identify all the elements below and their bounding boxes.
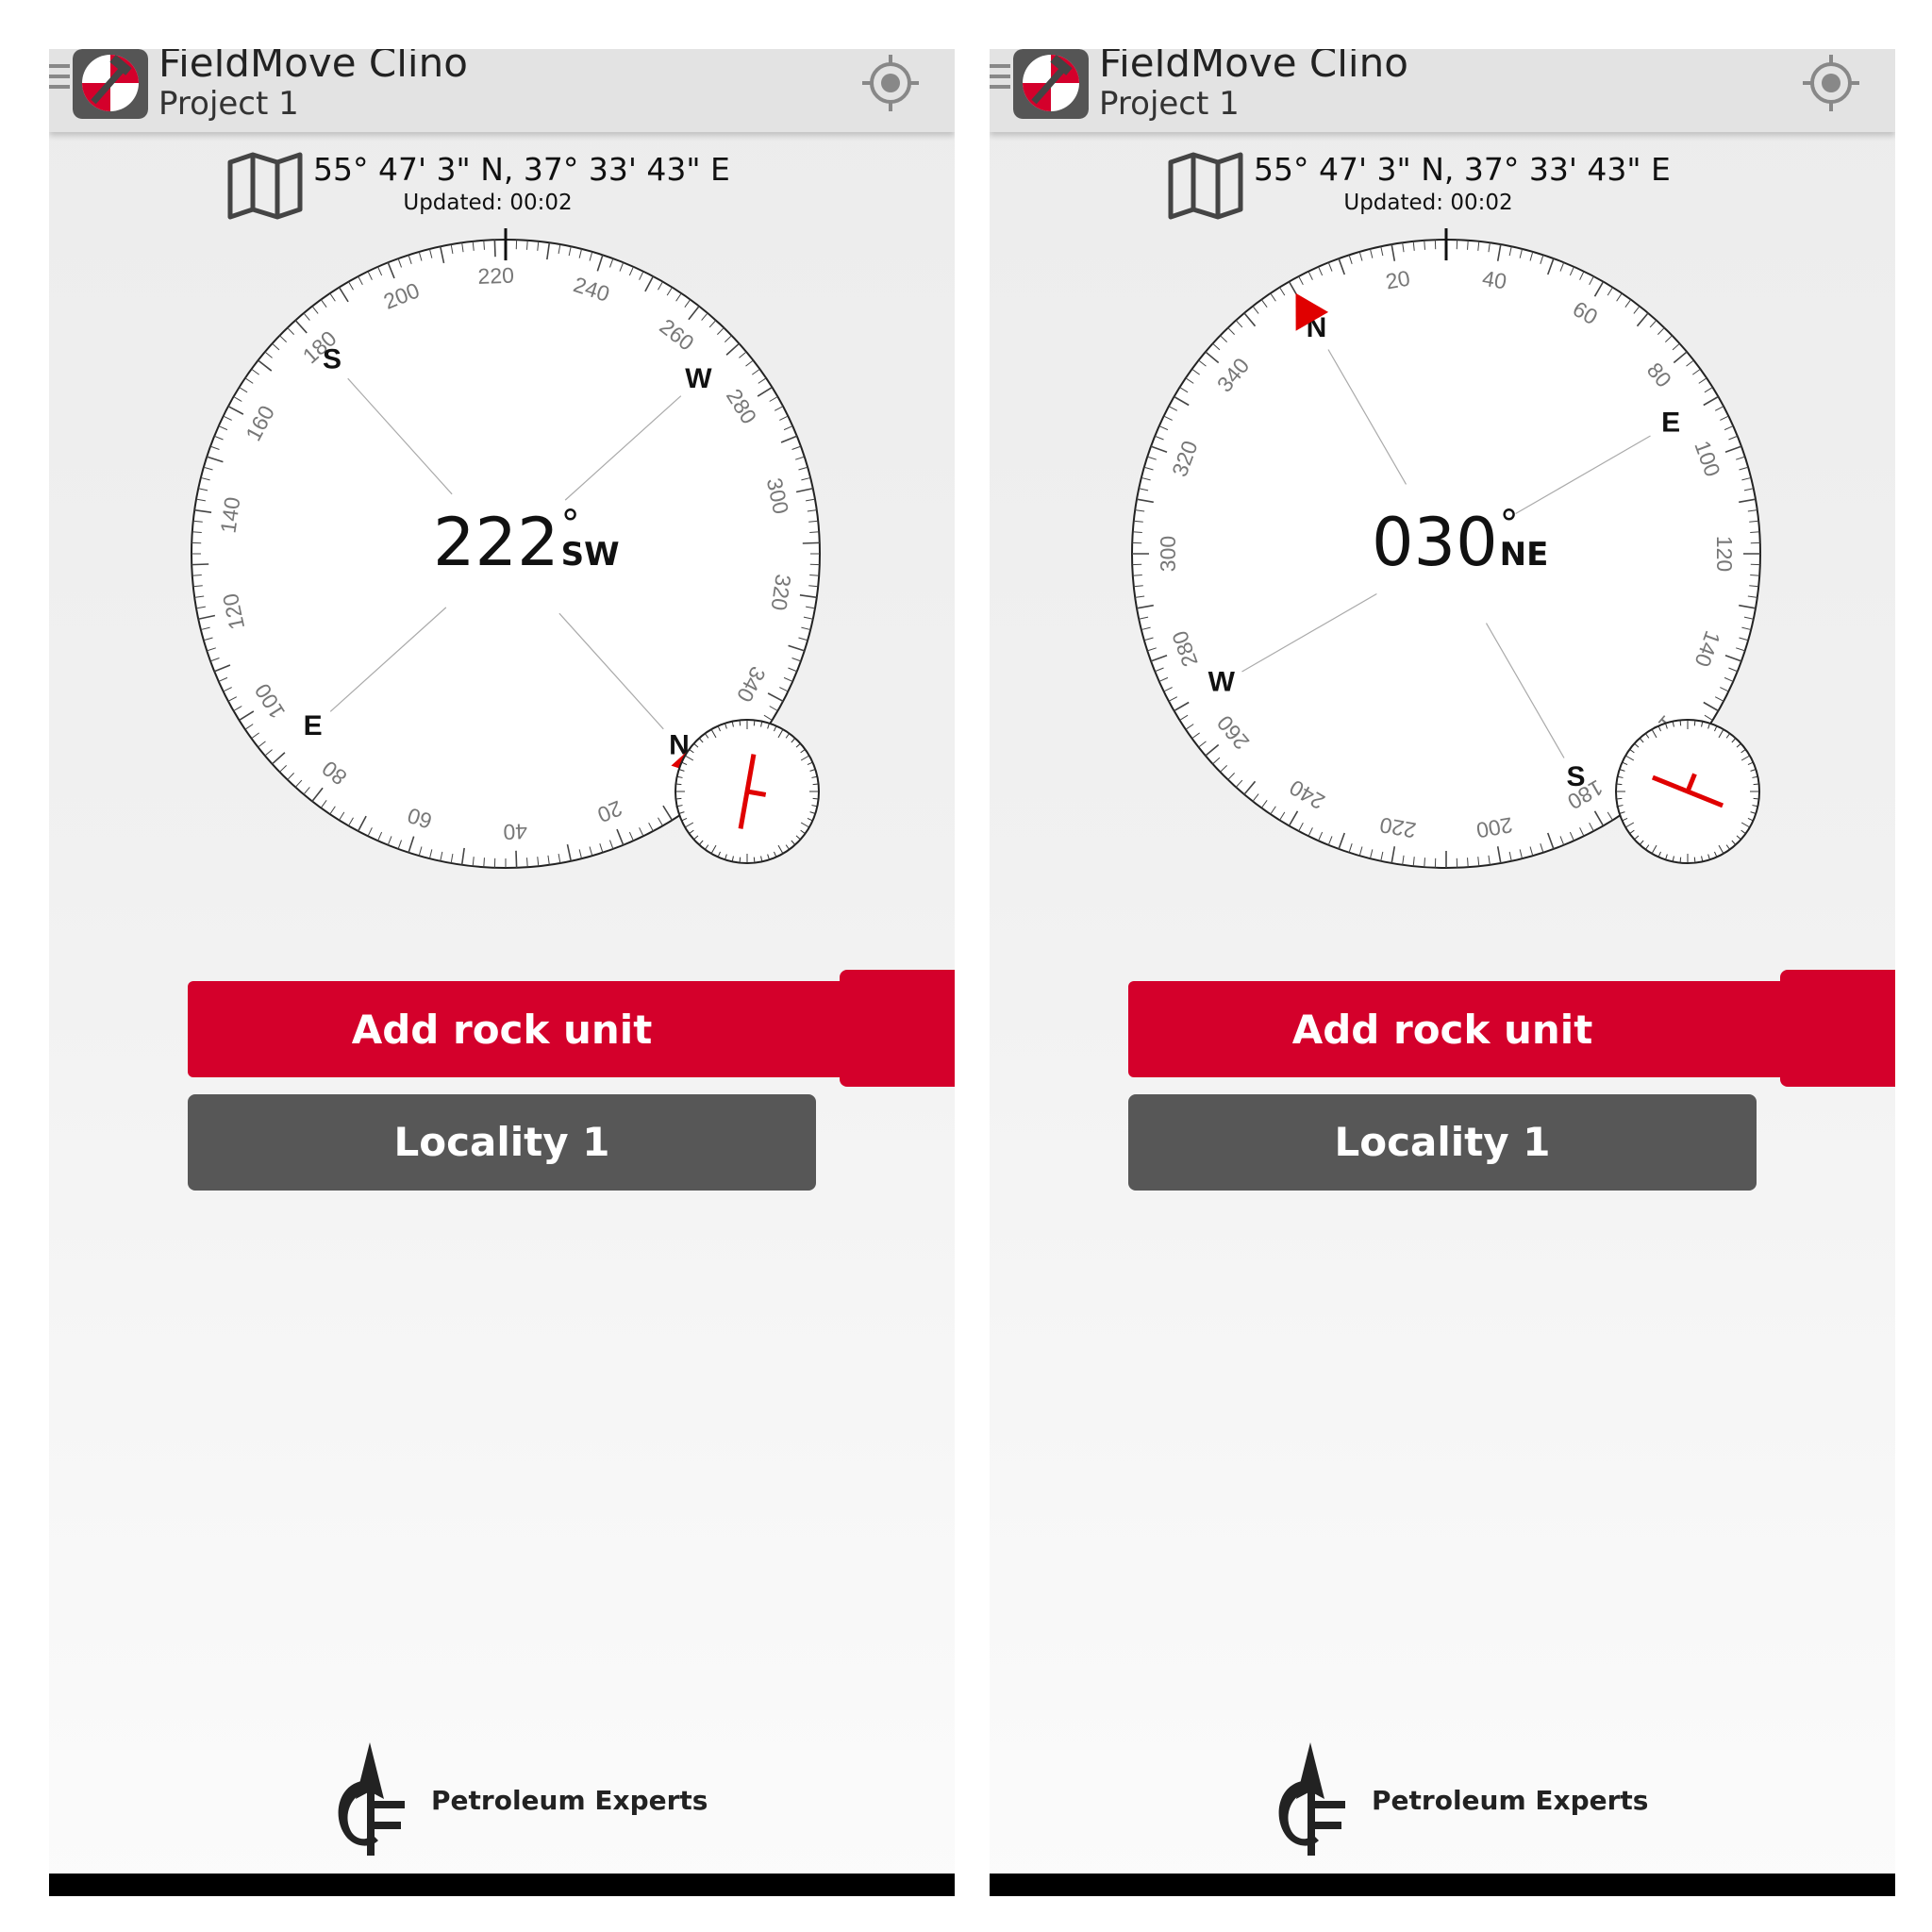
compass-tick (1467, 858, 1469, 868)
compass-tick (515, 850, 518, 868)
clinometer-tick (753, 857, 756, 863)
clinometer-tick (1693, 720, 1696, 726)
compass-tick (526, 240, 528, 250)
compass-degree-label: 40 (503, 819, 527, 844)
heading-direction: SW (560, 536, 620, 574)
clinometer-tick (739, 720, 741, 726)
compass-tick (483, 858, 485, 868)
compass-tick (1750, 531, 1760, 533)
compass-degree-label: 20 (1384, 266, 1412, 294)
clinometer-tick (1616, 797, 1623, 800)
compass-degree-label: 300 (1156, 536, 1180, 572)
clinometer-tick (675, 797, 682, 800)
compass-tick (493, 240, 496, 258)
compass-tick (1132, 575, 1142, 576)
compass-tick (809, 531, 820, 533)
clinometer-tick (1679, 857, 1682, 863)
phone-screen-right: FieldMove Clino Project 1 55° 47' 3" N, … (990, 49, 1895, 1896)
add-rock-unit-label: Add rock unit (1291, 1006, 1593, 1053)
compass-dial: 2040608010012014016018020022024026028030… (191, 228, 821, 869)
clinometer-tick (1753, 783, 1759, 786)
compass-dial: 2040608010012014016018020022024026028030… (1131, 228, 1761, 869)
locality-button[interactable]: Locality 1 (188, 1094, 816, 1191)
heading-readout: 222°SW (433, 506, 639, 575)
brand-name: Petroleum Experts (431, 1785, 708, 1816)
heading-readout: 030°NE (1372, 506, 1567, 575)
heading-value: 030 (1372, 504, 1498, 581)
compass-degree-label: 120 (1712, 536, 1737, 572)
add-rock-unit-button[interactable]: Add rock unit (1128, 981, 1895, 1077)
compass-tick (192, 531, 202, 533)
cardinal-label-e: E (1661, 407, 1680, 438)
petroleum-experts-logo (338, 1742, 405, 1856)
system-navigation-bar (990, 1874, 1895, 1896)
system-navigation-bar (49, 1874, 955, 1896)
cardinal-label-e: E (304, 710, 323, 741)
compass-tick (1132, 531, 1142, 533)
cardinal-label-w: W (1208, 666, 1236, 697)
compass-tick (526, 858, 528, 868)
heading-value: 222 (433, 504, 559, 581)
clinometer-tick (739, 857, 741, 863)
cardinal-label-s: S (1566, 761, 1585, 792)
clinometer-tick (1616, 783, 1623, 786)
compass-degree-label: 320 (767, 573, 796, 612)
compass-tick (809, 575, 820, 576)
clinometer-tick (753, 720, 756, 726)
compass-tick (192, 575, 202, 576)
clinometer-tick (1679, 720, 1682, 726)
heading-direction: NE (1499, 536, 1549, 574)
clinometer-tick (812, 783, 819, 786)
compass-tick (1424, 240, 1425, 250)
compass-tick (1424, 858, 1425, 868)
add-rock-unit-button[interactable]: Add rock unit (188, 981, 955, 1077)
compass-degree-label: 140 (215, 495, 244, 535)
clinometer-tick (1753, 797, 1759, 800)
brand-name: Petroleum Experts (1372, 1785, 1649, 1816)
compass-tick (192, 563, 209, 566)
add-rock-unit-label: Add rock unit (351, 1006, 653, 1053)
compass-tick (483, 240, 485, 250)
cardinal-label-s: S (323, 344, 341, 375)
dip-tick (746, 789, 767, 797)
compass-degree-label: 220 (477, 263, 514, 289)
clinometer-tick (1693, 857, 1696, 863)
locality-button[interactable]: Locality 1 (1128, 1094, 1757, 1191)
clinometer-tick (812, 797, 819, 800)
compass-degree-label: 40 (1480, 266, 1508, 294)
petroleum-experts-logo (1278, 1742, 1345, 1856)
compass-tick (1750, 575, 1760, 576)
cardinal-label-w: W (685, 363, 712, 394)
clinometer-tick (675, 783, 682, 786)
compass-tick (802, 541, 820, 544)
phone-screen-left: FieldMove Clino Project 1 55° 47' 3" N, … (49, 49, 955, 1896)
compass-tick (1467, 240, 1469, 250)
